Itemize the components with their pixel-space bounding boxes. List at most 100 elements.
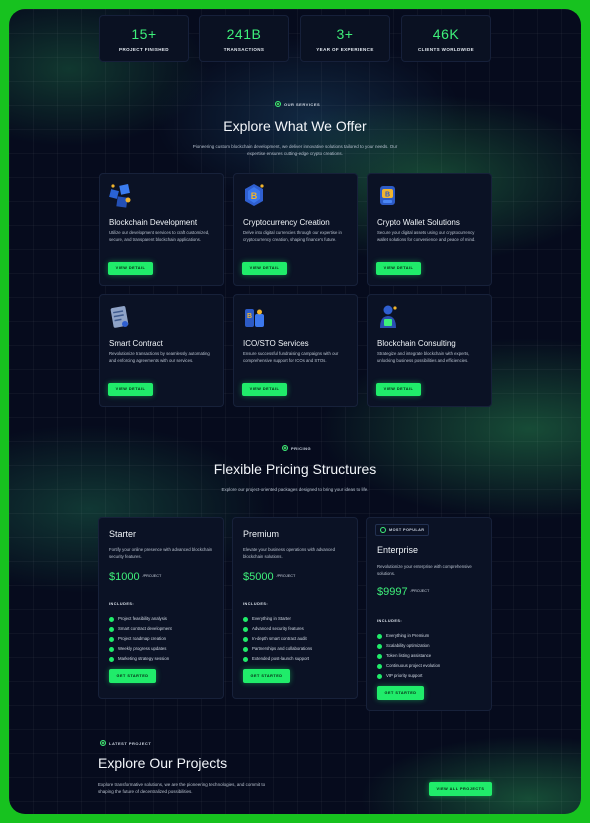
check-icon [109,626,114,632]
view-all-projects-button[interactable]: VIEW ALL PROJECTS [429,782,492,796]
stat-value: 3+ [336,26,354,42]
view-detail-button[interactable]: VIEW DETAIL [108,383,153,396]
feature-text: Partnerships and collaborations [252,646,313,651]
feature-item: Smart contract development [109,626,172,636]
plan-price: $1000/PROJECT [109,571,161,583]
includes-label: INCLUDES: [377,619,403,623]
blockchain-icon [109,184,131,208]
feature-item: Weekly progress updates [109,646,172,656]
feature-item: Scalability optimization [377,643,440,653]
projects-tag: LATEST PROJECT [100,740,151,746]
stat-transactions: 241B TRANSACTIONS [199,15,289,62]
service-title: Blockchain Consulting [377,339,456,348]
services-tag: OUR SERVICES [275,101,320,107]
stat-label: TRANSACTIONS [223,47,265,52]
feature-text: Marketing strategy session [118,656,170,661]
plan-price-value: $1000 [109,571,140,583]
service-title: Smart Contract [109,339,163,348]
plan-price-unit: /PROJECT [142,574,162,578]
pricing-subtitle: Explore our project-oriented packages de… [221,487,369,492]
plan-desc: Fortify your online presence with advanc… [109,547,213,559]
get-started-button[interactable]: GET STARTED [109,669,156,683]
plan-price-value: $9997 [377,586,408,598]
feature-text: Continuous project evolution [386,663,441,668]
feature-text: Extended post-launch support [252,656,310,661]
check-icon [109,656,114,662]
stat-value: 46K [432,26,460,42]
services-tag-label: OUR SERVICES [284,101,321,107]
stat-clients: 46K CLIENTS WORLDWIDE [401,15,491,62]
feature-text: Scalability optimization [386,643,430,648]
service-desc: Ensure successful fundraising campaigns … [243,351,339,363]
feature-text: Smart contract development [118,626,172,631]
get-started-button[interactable]: GET STARTED [243,669,290,683]
service-title: ICO/STO Services [243,339,309,348]
get-started-button[interactable]: GET STARTED [377,686,424,700]
view-detail-button[interactable]: VIEW DETAIL [242,383,287,396]
plan-desc: Elevate your business operations with ad… [243,547,335,559]
services-subtitle: Pioneering custom blockchain development… [192,144,398,156]
service-desc: Delve into digital currencies through ou… [243,230,342,242]
check-icon [243,646,248,652]
badge-dot-icon [380,527,386,533]
service-card-ico-sto: B ICO/STO Services Ensure successful fun… [233,294,358,407]
check-icon [243,626,248,632]
contract-scroll-icon [110,306,129,328]
feature-text: VIP priority support [386,673,423,678]
includes-label: INCLUDES: [109,602,135,606]
svg-text:B: B [247,313,252,320]
tag-dot-icon [100,740,106,746]
feature-item: Token listing assistance [377,653,440,663]
most-popular-label: MOST POPULAR [389,528,425,532]
coin-stack-icon: B [245,309,264,327]
pricing-tag: PRICING [282,445,311,451]
feature-text: Token listing assistance [386,653,432,658]
plan-features: Everything in Starter Advanced security … [243,616,312,666]
view-detail-button[interactable]: VIEW DETAIL [376,262,421,275]
feature-item: Advanced security features [243,626,312,636]
projects-desc: Explore transformative solutions, we are… [98,782,266,794]
service-card-smart-contract: Smart Contract Revolutionize transaction… [99,294,224,407]
check-icon [243,616,248,622]
feature-text: Everything in Premium [386,633,430,638]
feature-item: Everything in Premium [377,633,440,643]
feature-item: Extended post-launch support [243,656,312,666]
plan-card-premium: Premium Elevate your business operations… [232,517,358,699]
feature-item: VIP priority support [377,673,440,683]
feature-text: In-depth smart contract audit [252,636,307,641]
service-desc: Strategize and integrate blockchain with… [377,351,470,363]
feature-item: Project feasibility analysis [109,616,172,626]
plan-features: Project feasibility analysis Smart contr… [109,616,172,666]
service-card-blockchain-consulting: Blockchain Consulting Strategize and int… [367,294,492,407]
page-frame: 15+ PROJECT FINISHED 241B TRANSACTIONS 3… [9,9,581,814]
view-detail-button[interactable]: VIEW DETAIL [108,262,153,275]
plan-card-starter: Starter Fortify your online presence wit… [98,517,224,699]
service-card-cryptocurrency-creation: B Cryptocurrency Creation Delve into dig… [233,173,358,286]
check-icon [377,663,382,669]
view-detail-button[interactable]: VIEW DETAIL [242,262,287,275]
check-icon [109,636,114,642]
view-detail-button[interactable]: VIEW DETAIL [376,383,421,396]
check-icon [377,643,382,649]
plan-name: Enterprise [377,545,419,555]
feature-text: Everything in Starter [252,616,291,621]
plan-desc: Revolutionize your enterprise with compr… [377,564,472,576]
check-icon [109,646,114,652]
service-card-crypto-wallet: B Crypto Wallet Solutions Secure your di… [367,173,492,286]
pricing-title: Flexible Pricing Structures [213,461,377,477]
stat-label: YEAR OF EXPERIENCE [316,47,374,52]
service-card-blockchain-development: Blockchain Development Utilize our devel… [99,173,224,286]
feature-item: Marketing strategy session [109,656,172,666]
feature-item: Project roadmap creation [109,636,172,646]
plan-price-unit: /PROJECT [276,574,296,578]
plan-price-value: $5000 [243,571,274,583]
check-icon [109,616,114,622]
pricing-tag-label: PRICING [291,445,312,451]
services-title: Explore What We Offer [223,118,367,134]
stat-value: 15+ [131,26,157,42]
plan-price: $5000/PROJECT [243,571,295,583]
stat-label: PROJECT FINISHED [119,47,169,52]
feature-text: Project roadmap creation [118,636,167,641]
plan-price: $9997/PROJECT [377,586,429,598]
service-title: Cryptocurrency Creation [243,218,330,227]
